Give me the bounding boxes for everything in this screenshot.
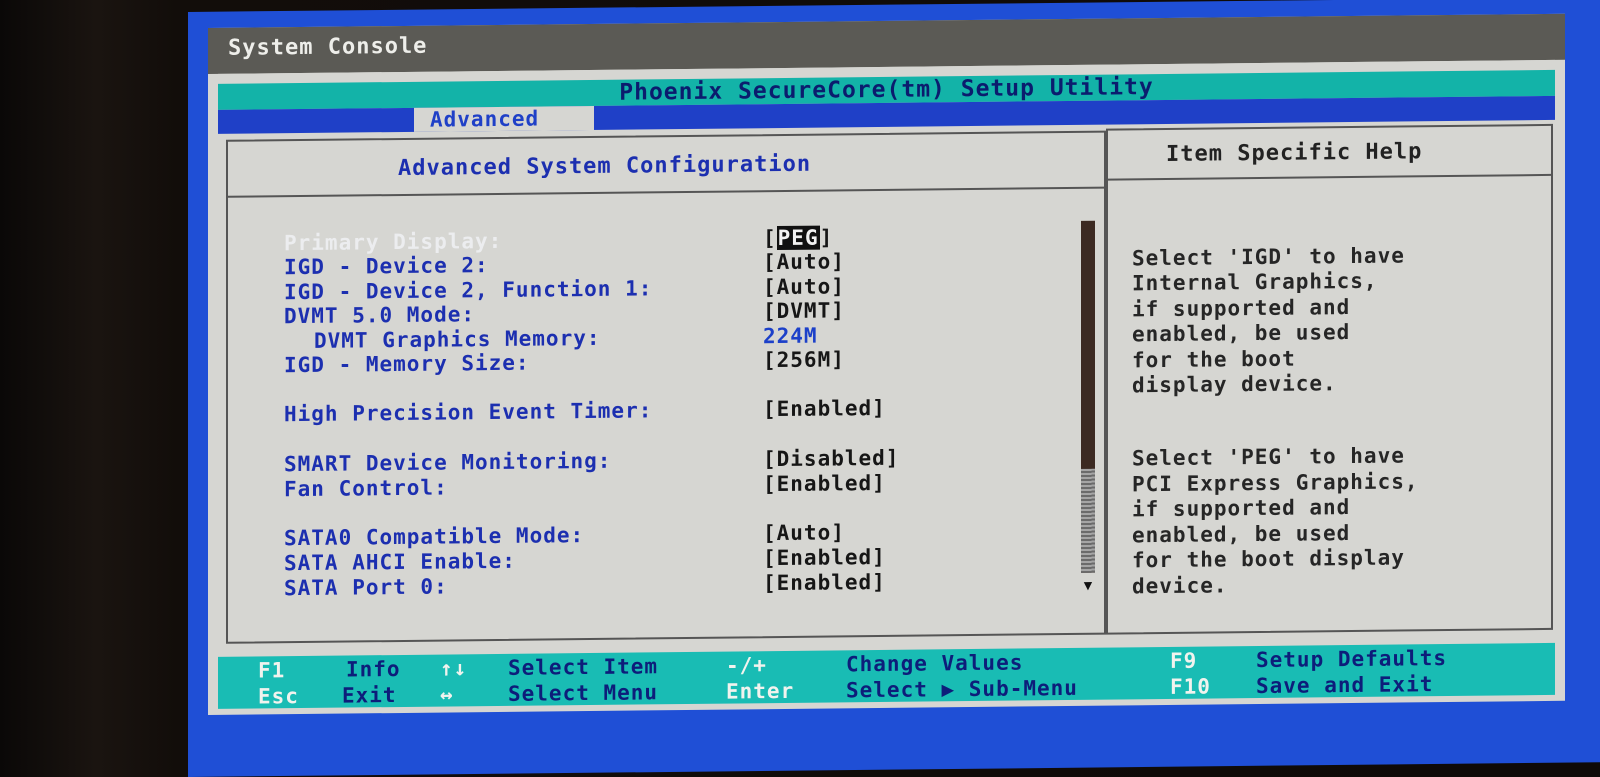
help-panel: Item Specific Help Select 'IGD' to have … bbox=[1106, 123, 1553, 635]
up-down-arrows-icon: ↑↓ bbox=[440, 656, 468, 681]
setting-label: SATA0 Compatible Mode: bbox=[284, 523, 585, 551]
panel-heading-text: Advanced System Configuration bbox=[398, 151, 812, 182]
setting-label: Fan Control: bbox=[284, 475, 448, 502]
selected-value-highlight[interactable]: PEG bbox=[776, 225, 820, 251]
window-title: System Console bbox=[228, 33, 428, 61]
setting-value[interactable]: [Disabled] bbox=[763, 446, 899, 471]
change-values-key: -/+ bbox=[726, 653, 767, 678]
setting-label: IGD - Memory Size: bbox=[284, 350, 530, 378]
help-paragraph: Select 'IGD' to have Internal Graphics, … bbox=[1132, 242, 1405, 398]
settings-panel: Advanced System Configuration Primary Di… bbox=[226, 130, 1106, 644]
system-console-window: System Console Phoenix SecureCore(tm) Se… bbox=[208, 13, 1565, 716]
f9-key: F9 bbox=[1170, 648, 1198, 673]
help-paragraph: Select 'PEG' to have PCI Express Graphic… bbox=[1132, 443, 1419, 598]
scroll-down-arrow-icon[interactable]: ▼ bbox=[1081, 578, 1095, 594]
setting-label: IGD - Device 2: bbox=[284, 253, 489, 280]
setting-value[interactable]: [PEG] bbox=[763, 225, 833, 250]
select-item-label: Select Item bbox=[508, 654, 659, 680]
setting-value[interactable]: [Enabled] bbox=[763, 396, 886, 421]
scrollbar-thumb[interactable] bbox=[1081, 468, 1095, 573]
setting-value[interactable]: [DVMT] bbox=[763, 298, 845, 323]
setting-value[interactable]: [Enabled] bbox=[763, 570, 886, 595]
key-legend-bar: F1 Info Esc Exit ↑↓ Select Item ↔ Select… bbox=[218, 642, 1555, 709]
left-right-arrows-icon: ↔ bbox=[440, 682, 454, 707]
setting-value: 224M bbox=[763, 323, 818, 349]
setting-label: High Precision Event Timer: bbox=[284, 398, 653, 427]
setting-value[interactable]: [Auto] bbox=[763, 520, 845, 545]
settings-list: Primary Display: [PEG] IGD - Device 2: [Aut… bbox=[228, 223, 1104, 600]
f1-key: F1 bbox=[258, 658, 286, 683]
help-panel-heading: Item Specific Help bbox=[1108, 125, 1551, 181]
setting-row[interactable]: High Precision Event Timer: [Enabled] bbox=[228, 394, 1104, 429]
sub-menu-label: Select ▶ Sub-Menu bbox=[846, 675, 1078, 703]
scrollbar[interactable] bbox=[1081, 220, 1095, 573]
setup-defaults-label: Setup Defaults bbox=[1256, 646, 1448, 673]
setting-label: DVMT 5.0 Mode: bbox=[284, 302, 476, 329]
setting-value[interactable]: [Auto] bbox=[763, 249, 845, 274]
select-menu-label: Select Menu bbox=[508, 680, 659, 706]
setup-utility: Phoenix SecureCore(tm) Setup Utility Adv… bbox=[218, 59, 1555, 710]
f10-key: F10 bbox=[1170, 674, 1211, 699]
setting-label: SATA AHCI Enable: bbox=[284, 548, 516, 576]
change-values-label: Change Values bbox=[846, 650, 1024, 677]
setting-label: SATA Port 0: bbox=[284, 574, 448, 601]
esc-label: Exit bbox=[342, 683, 397, 708]
setting-value[interactable]: [Enabled] bbox=[763, 545, 886, 570]
setting-label: DVMT Graphics Memory: bbox=[314, 325, 601, 353]
tab-advanced[interactable]: Advanced bbox=[414, 105, 594, 132]
settings-panel-heading: Advanced System Configuration bbox=[228, 132, 1104, 198]
setting-label: Primary Display: bbox=[284, 228, 503, 256]
esc-key: Esc bbox=[258, 684, 299, 709]
help-text: Select 'IGD' to have Internal Graphics, … bbox=[1132, 216, 1542, 647]
enter-key: Enter bbox=[726, 678, 795, 704]
setting-value[interactable]: [Auto] bbox=[763, 274, 845, 299]
save-exit-label: Save and Exit bbox=[1256, 672, 1434, 699]
setting-value[interactable]: [256M] bbox=[763, 347, 845, 372]
help-heading-text: Item Specific Help bbox=[1166, 139, 1423, 167]
setting-label: SMART Device Monitoring: bbox=[284, 448, 612, 477]
setting-value[interactable]: [Enabled] bbox=[763, 471, 886, 496]
f1-label: Info bbox=[346, 656, 401, 682]
